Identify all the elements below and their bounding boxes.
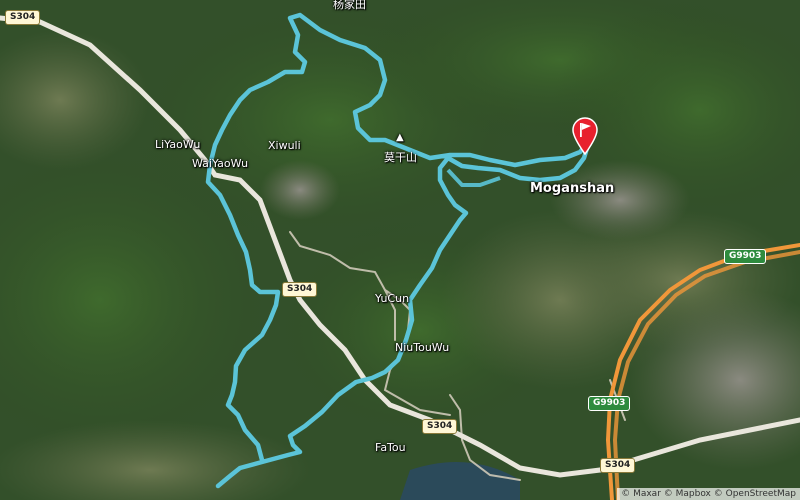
road-shield-s304: S304: [282, 282, 318, 297]
road-shield-s304: S304: [5, 10, 41, 25]
place-label-moganshan: Moganshan: [530, 181, 615, 196]
place-label-liyaowu: LiYaoWu: [155, 138, 201, 151]
map-canvas: [0, 0, 800, 500]
road-shield-s304: S304: [422, 419, 458, 434]
satellite-map[interactable]: 杨家田 LiYaoWu WaiYaoWu Xiwuli ▲ 莫干山 Mogans…: [0, 0, 800, 500]
place-label-fatou: FaTou: [375, 441, 406, 454]
mountain-peak-icon: ▲: [396, 132, 404, 143]
map-attribution[interactable]: © Maxar © Mapbox © OpenStreetMap: [617, 488, 800, 500]
road-shield-g9903: G9903: [724, 249, 767, 264]
place-label-yangjiatian: 杨家田: [333, 0, 366, 11]
road-shield-g9903: G9903: [588, 396, 631, 411]
place-label-waiyaowu: WaiYaoWu: [192, 157, 249, 170]
place-label-niutouwu: NiuTouWu: [395, 341, 450, 354]
place-label-xiwuli: Xiwuli: [268, 139, 301, 152]
place-label-yucun: YuCun: [375, 292, 410, 305]
place-label-moganshan-peak: 莫干山: [384, 151, 417, 164]
road-shield-s304: S304: [600, 458, 636, 473]
flag-icon[interactable]: [570, 116, 600, 156]
